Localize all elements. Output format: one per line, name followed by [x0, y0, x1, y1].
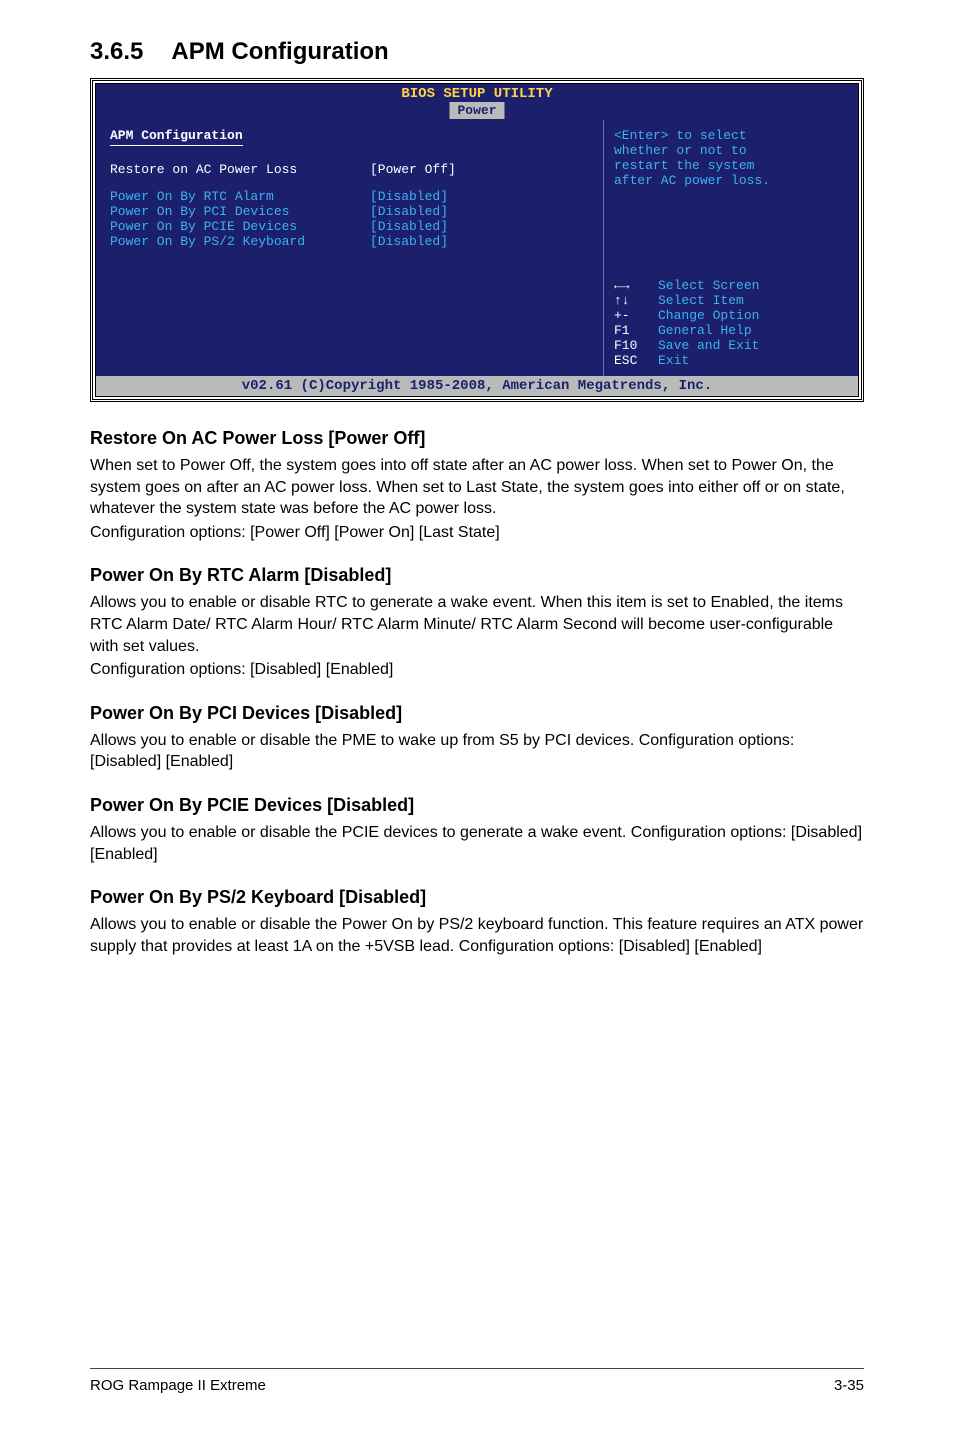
bios-footer: v02.61 (C)Copyright 1985-2008, American … [96, 376, 858, 396]
bios-item-value: [Disabled] [370, 204, 448, 219]
subheading-rtc: Power On By RTC Alarm [Disabled] [90, 565, 864, 586]
bios-nav-row: +-Change Option [614, 308, 848, 323]
nav-key: F10 [614, 338, 658, 353]
subheading-pcie: Power On By PCIE Devices [Disabled] [90, 795, 864, 816]
bios-nav-row: ESCExit [614, 353, 848, 368]
bios-item-value: [Disabled] [370, 234, 448, 249]
bios-item-pci: Power On By PCI Devices [Disabled] [110, 204, 589, 219]
bios-help-line: restart the system [614, 158, 848, 173]
nav-text: Exit [658, 353, 689, 368]
bios-help-line: <Enter> to select [614, 128, 848, 143]
bios-screenshot: BIOS SETUP UTILITY Power APM Configurati… [90, 78, 864, 402]
nav-key: F1 [614, 323, 658, 338]
section-number: 3.6.5 [90, 38, 143, 65]
nav-key: ESC [614, 353, 658, 368]
bios-body: APM Configuration Restore on AC Power Lo… [96, 120, 858, 376]
bios-help-line: whether or not to [614, 143, 848, 158]
nav-text: Select Screen [658, 278, 759, 293]
bios-item-label: Power On By PCIE Devices [110, 219, 370, 234]
bios-item-value: [Disabled] [370, 219, 448, 234]
bios-item-pcie: Power On By PCIE Devices [Disabled] [110, 219, 589, 234]
bios-item-restore-ac: Restore on AC Power Loss [Power Off] [110, 162, 589, 177]
subheading-pci: Power On By PCI Devices [Disabled] [90, 703, 864, 724]
bios-inner: BIOS SETUP UTILITY Power APM Configurati… [95, 83, 859, 397]
nav-key: +- [614, 308, 658, 323]
paragraph: Allows you to enable or disable RTC to g… [90, 592, 864, 657]
paragraph: Allows you to enable or disable the Powe… [90, 914, 864, 957]
bios-nav-row: F1General Help [614, 323, 848, 338]
bios-item-label: Power On By PCI Devices [110, 204, 370, 219]
bios-item-label: Power On By RTC Alarm [110, 189, 370, 204]
footer-left: ROG Rampage II Extreme [90, 1377, 266, 1394]
section-heading: 3.6.5 APM Configuration [90, 38, 864, 66]
bios-item-rtc: Power On By RTC Alarm [Disabled] [110, 189, 589, 204]
nav-text: Select Item [658, 293, 744, 308]
paragraph: Allows you to enable or disable the PME … [90, 730, 864, 773]
bios-item-value: [Power Off] [370, 162, 456, 177]
bios-title: BIOS SETUP UTILITY [401, 86, 552, 102]
bios-item-value: [Disabled] [370, 189, 448, 204]
bios-nav-row: ←→Select Screen [614, 278, 848, 293]
nav-key: ↑↓ [614, 293, 658, 308]
nav-text: Change Option [658, 308, 759, 323]
bios-title-bar: BIOS SETUP UTILITY Power [96, 84, 858, 120]
bios-menu-tab: Power [449, 102, 504, 119]
page-footer: ROG Rampage II Extreme 3-35 [90, 1368, 864, 1394]
subheading-restore-ac: Restore On AC Power Loss [Power Off] [90, 428, 864, 449]
bios-panel-heading: APM Configuration [110, 128, 243, 146]
paragraph: Configuration options: [Disabled] [Enabl… [90, 659, 864, 681]
bios-nav-row: ↑↓Select Item [614, 293, 848, 308]
paragraph: Configuration options: [Power Off] [Powe… [90, 522, 864, 544]
subheading-ps2: Power On By PS/2 Keyboard [Disabled] [90, 887, 864, 908]
bios-tab-row: Power [96, 102, 858, 120]
section-title-text: APM Configuration [171, 38, 388, 65]
bios-nav-block: ←→Select Screen ↑↓Select Item +-Change O… [614, 278, 848, 368]
nav-text: General Help [658, 323, 752, 338]
nav-text: Save and Exit [658, 338, 759, 353]
bios-item-ps2: Power On By PS/2 Keyboard [Disabled] [110, 234, 589, 249]
footer-right: 3-35 [834, 1377, 864, 1394]
paragraph: Allows you to enable or disable the PCIE… [90, 822, 864, 865]
bios-left-panel: APM Configuration Restore on AC Power Lo… [96, 120, 603, 376]
bios-nav-row: F10Save and Exit [614, 338, 848, 353]
paragraph: When set to Power Off, the system goes i… [90, 455, 864, 520]
nav-key: ←→ [614, 278, 658, 293]
bios-item-label: Power On By PS/2 Keyboard [110, 234, 370, 249]
bios-help-line: after AC power loss. [614, 173, 848, 188]
bios-item-label: Restore on AC Power Loss [110, 162, 370, 177]
bios-help-panel: <Enter> to select whether or not to rest… [603, 120, 858, 376]
